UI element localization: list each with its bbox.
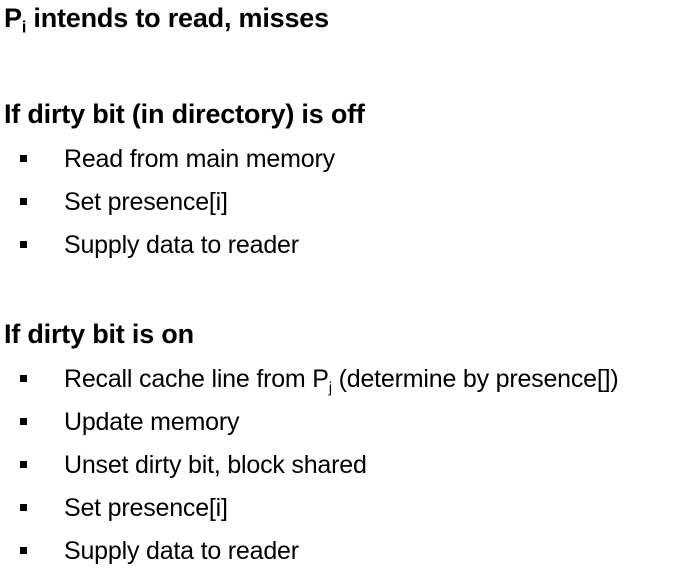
dirty-off-heading: If dirty bit (in directory) is off [4, 99, 365, 129]
list-item-text-recall: Recall cache line from Pj (determine by … [64, 363, 619, 395]
square-bullet-icon [20, 418, 27, 425]
slide: Pi intends to read, misses If dirty bit … [0, 0, 684, 573]
square-bullet-icon [20, 504, 27, 511]
list-item-text: Set presence[i] [64, 494, 228, 522]
processor-letter: P [4, 3, 22, 33]
dirty-on-heading: If dirty bit is on [4, 319, 194, 349]
slide-title: Pi intends to read, misses [4, 2, 329, 36]
square-bullet-icon [20, 461, 27, 468]
list-item-text: Unset dirty bit, block shared [64, 451, 367, 479]
square-bullet-icon [20, 198, 27, 205]
recall-text-tail: (determine by presence[]) [331, 365, 619, 393]
square-bullet-icon [20, 155, 27, 162]
list-item-text: Set presence[i] [64, 188, 228, 216]
list-item-text: Update memory [64, 408, 240, 436]
list-item-text: Supply data to reader [64, 231, 299, 259]
square-bullet-icon [20, 375, 27, 382]
square-bullet-icon [20, 241, 27, 248]
recall-text: Recall cache line from P [64, 365, 329, 393]
title-text: intends to read, misses [26, 3, 329, 33]
list-item-text: Read from main memory [64, 145, 335, 173]
square-bullet-icon [20, 547, 27, 554]
list-item-text: Supply data to reader [64, 537, 299, 565]
